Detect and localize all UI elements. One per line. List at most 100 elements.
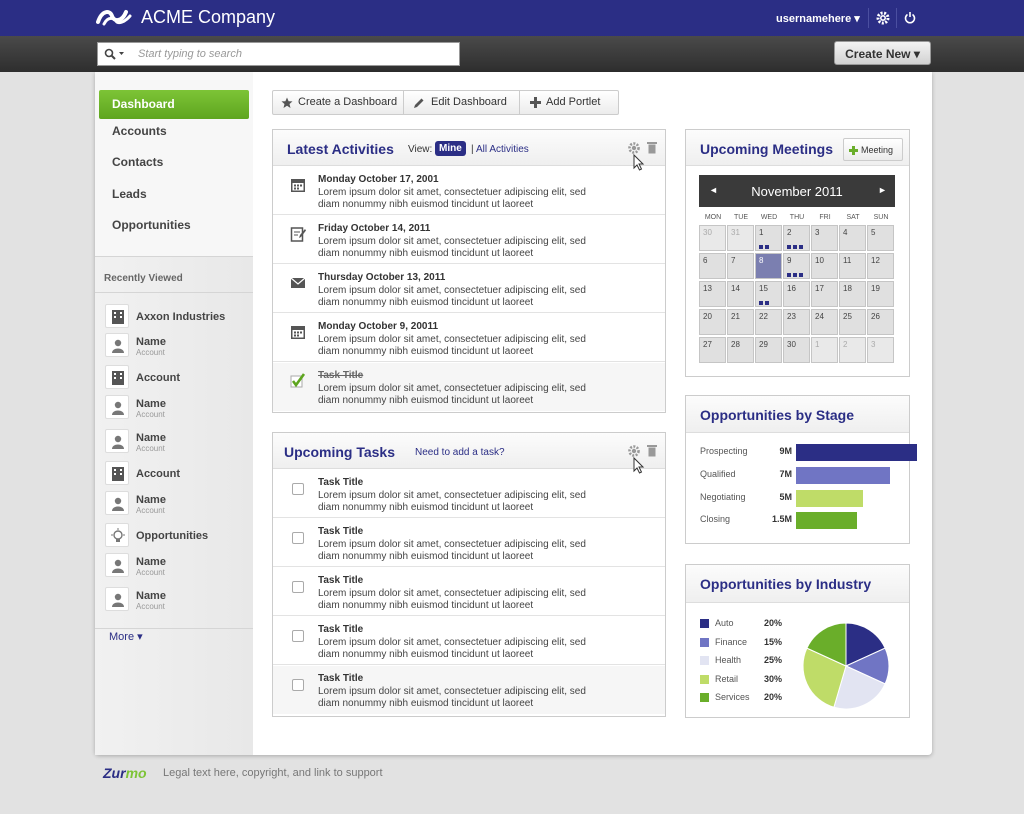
activity-row[interactable]: Monday October 17, 2001 Lorem ipsum dolor…	[273, 167, 665, 215]
user-menu[interactable]: usernamehere ▾	[776, 12, 860, 25]
recently-viewed-item[interactable]: Name Account	[105, 395, 250, 425]
task-row[interactable]: Task Title Lorem ipsum dolor sit amet, co…	[273, 519, 665, 567]
meeting-dot	[765, 245, 769, 249]
stage-bar[interactable]	[796, 512, 857, 529]
calendar-day[interactable]: 30	[699, 225, 726, 251]
portlet-settings-gear-icon[interactable]	[628, 142, 640, 154]
stage-bar[interactable]	[796, 490, 863, 507]
search-icon[interactable]	[104, 48, 128, 60]
task-row[interactable]: Task Title Lorem ipsum dolor sit amet, co…	[273, 617, 665, 665]
calendar-day[interactable]: 5	[867, 225, 894, 251]
calendar-day[interactable]: 22	[755, 309, 782, 335]
calendar-day[interactable]: 7	[727, 253, 754, 279]
calendar-day[interactable]: 18	[839, 281, 866, 307]
calendar-day[interactable]: 25	[839, 309, 866, 335]
calendar-day[interactable]: 17	[811, 281, 838, 307]
view-all-activities-link[interactable]: All Activities	[476, 144, 529, 155]
calendar-day[interactable]: 30	[783, 337, 810, 363]
calendar-day[interactable]: 15	[755, 281, 782, 307]
next-month-arrow[interactable]: ►	[878, 185, 887, 195]
stage-bar[interactable]	[796, 444, 917, 461]
calendar-day[interactable]: 31	[727, 225, 754, 251]
recently-viewed-name: Name	[136, 556, 166, 568]
recently-viewed-item[interactable]: Name Account	[105, 491, 250, 521]
portlet-delete-trash-icon[interactable]	[647, 141, 657, 154]
add-meeting-button[interactable]: Meeting	[843, 138, 903, 161]
calendar-day[interactable]: 10	[811, 253, 838, 279]
zurmo-logo[interactable]: Zurmo	[103, 765, 147, 781]
activity-row[interactable]: Monday October 9, 20011 Lorem ipsum dolor…	[273, 314, 665, 362]
calendar-day[interactable]: 6	[699, 253, 726, 279]
calendar-day[interactable]: 2	[839, 337, 866, 363]
industry-name: Finance	[715, 636, 748, 647]
settings-gear-icon[interactable]	[876, 11, 890, 25]
divider	[868, 8, 869, 28]
calendar-day[interactable]: 8	[755, 253, 782, 279]
recently-viewed-item[interactable]: Name Account	[105, 587, 250, 617]
recently-viewed-item[interactable]: Axxon Industries	[105, 304, 250, 334]
meeting-indicator	[759, 298, 771, 305]
logout-power-icon[interactable]	[904, 11, 916, 24]
edit-dashboard-button[interactable]: Edit Dashboard	[404, 91, 520, 114]
nav-leads[interactable]: Leads	[99, 180, 249, 209]
task-checkbox[interactable]	[292, 532, 304, 544]
add-task-link[interactable]: Need to add a task?	[415, 447, 505, 458]
calendar-day[interactable]: 20	[699, 309, 726, 335]
calendar-day[interactable]: 16	[783, 281, 810, 307]
task-row[interactable]: Task Title Lorem ipsum dolor sit amet, co…	[273, 568, 665, 616]
portlet-delete-trash-icon[interactable]	[647, 444, 657, 457]
task-row[interactable]: Task Title Lorem ipsum dolor sit amet, co…	[273, 470, 665, 518]
calendar-day[interactable]: 1	[811, 337, 838, 363]
calendar-day[interactable]: 23	[783, 309, 810, 335]
calendar-day[interactable]: 13	[699, 281, 726, 307]
recently-viewed-item[interactable]: Name Account	[105, 553, 250, 583]
portlet-settings-gear-icon[interactable]	[628, 445, 640, 457]
recently-viewed-item[interactable]: Account	[105, 365, 250, 395]
nav-contacts[interactable]: Contacts	[99, 148, 249, 177]
calendar-icon	[291, 179, 305, 192]
calendar-day[interactable]: 19	[867, 281, 894, 307]
calendar-day[interactable]: 3	[811, 225, 838, 251]
recently-viewed-item[interactable]: Name Account	[105, 333, 250, 363]
calendar-day[interactable]: 11	[839, 253, 866, 279]
calendar-day[interactable]: 14	[727, 281, 754, 307]
task-checkbox[interactable]	[292, 581, 304, 593]
calendar-day[interactable]: 9	[783, 253, 810, 279]
recently-viewed-item[interactable]: Name Account	[105, 429, 250, 459]
calendar-day[interactable]: 4	[839, 225, 866, 251]
calendar-day[interactable]: 21	[727, 309, 754, 335]
search-input[interactable]: Start typing to search	[97, 42, 460, 66]
activity-row[interactable]: Friday October 14, 2011 Lorem ipsum dolor…	[273, 216, 665, 264]
company-logo-icon[interactable]	[96, 8, 132, 26]
industry-percent: 30%	[764, 673, 783, 684]
recently-viewed-item[interactable]: Opportunities	[105, 523, 250, 553]
calendar-day[interactable]: 1	[755, 225, 782, 251]
more-link[interactable]: More ▾	[109, 630, 143, 643]
calendar-day[interactable]: 3	[867, 337, 894, 363]
calendar-day-number: 14	[731, 284, 740, 293]
stage-bar[interactable]	[796, 467, 890, 484]
add-portlet-button[interactable]: Add Portlet	[520, 91, 619, 114]
activity-row[interactable]: Task Title Lorem ipsum dolor sit amet, co…	[273, 363, 665, 411]
task-checkbox[interactable]	[292, 679, 304, 691]
nav-dashboard[interactable]: Dashboard	[99, 90, 249, 119]
calendar-day[interactable]: 24	[811, 309, 838, 335]
nav-accounts[interactable]: Accounts	[99, 117, 249, 146]
meeting-dot	[799, 245, 803, 249]
create-dashboard-button[interactable]: Create a Dashboard	[273, 91, 404, 114]
task-checkbox[interactable]	[292, 630, 304, 642]
calendar-day[interactable]: 2	[783, 225, 810, 251]
calendar-day[interactable]: 12	[867, 253, 894, 279]
calendar-day[interactable]: 29	[755, 337, 782, 363]
calendar-day[interactable]: 28	[727, 337, 754, 363]
calendar-day[interactable]: 27	[699, 337, 726, 363]
meeting-indicator	[787, 242, 805, 249]
nav-opportunities[interactable]: Opportunities	[99, 211, 249, 240]
calendar-day[interactable]: 26	[867, 309, 894, 335]
view-mine-toggle[interactable]: Mine	[435, 141, 466, 156]
create-new-button[interactable]: Create New ▾	[834, 41, 931, 65]
task-row[interactable]: Task Title Lorem ipsum dolor sit amet, co…	[273, 666, 665, 714]
activity-row[interactable]: Thursday October 13, 2011 Lorem ipsum dol…	[273, 265, 665, 313]
recently-viewed-item[interactable]: Account	[105, 461, 250, 491]
task-checkbox[interactable]	[292, 483, 304, 495]
